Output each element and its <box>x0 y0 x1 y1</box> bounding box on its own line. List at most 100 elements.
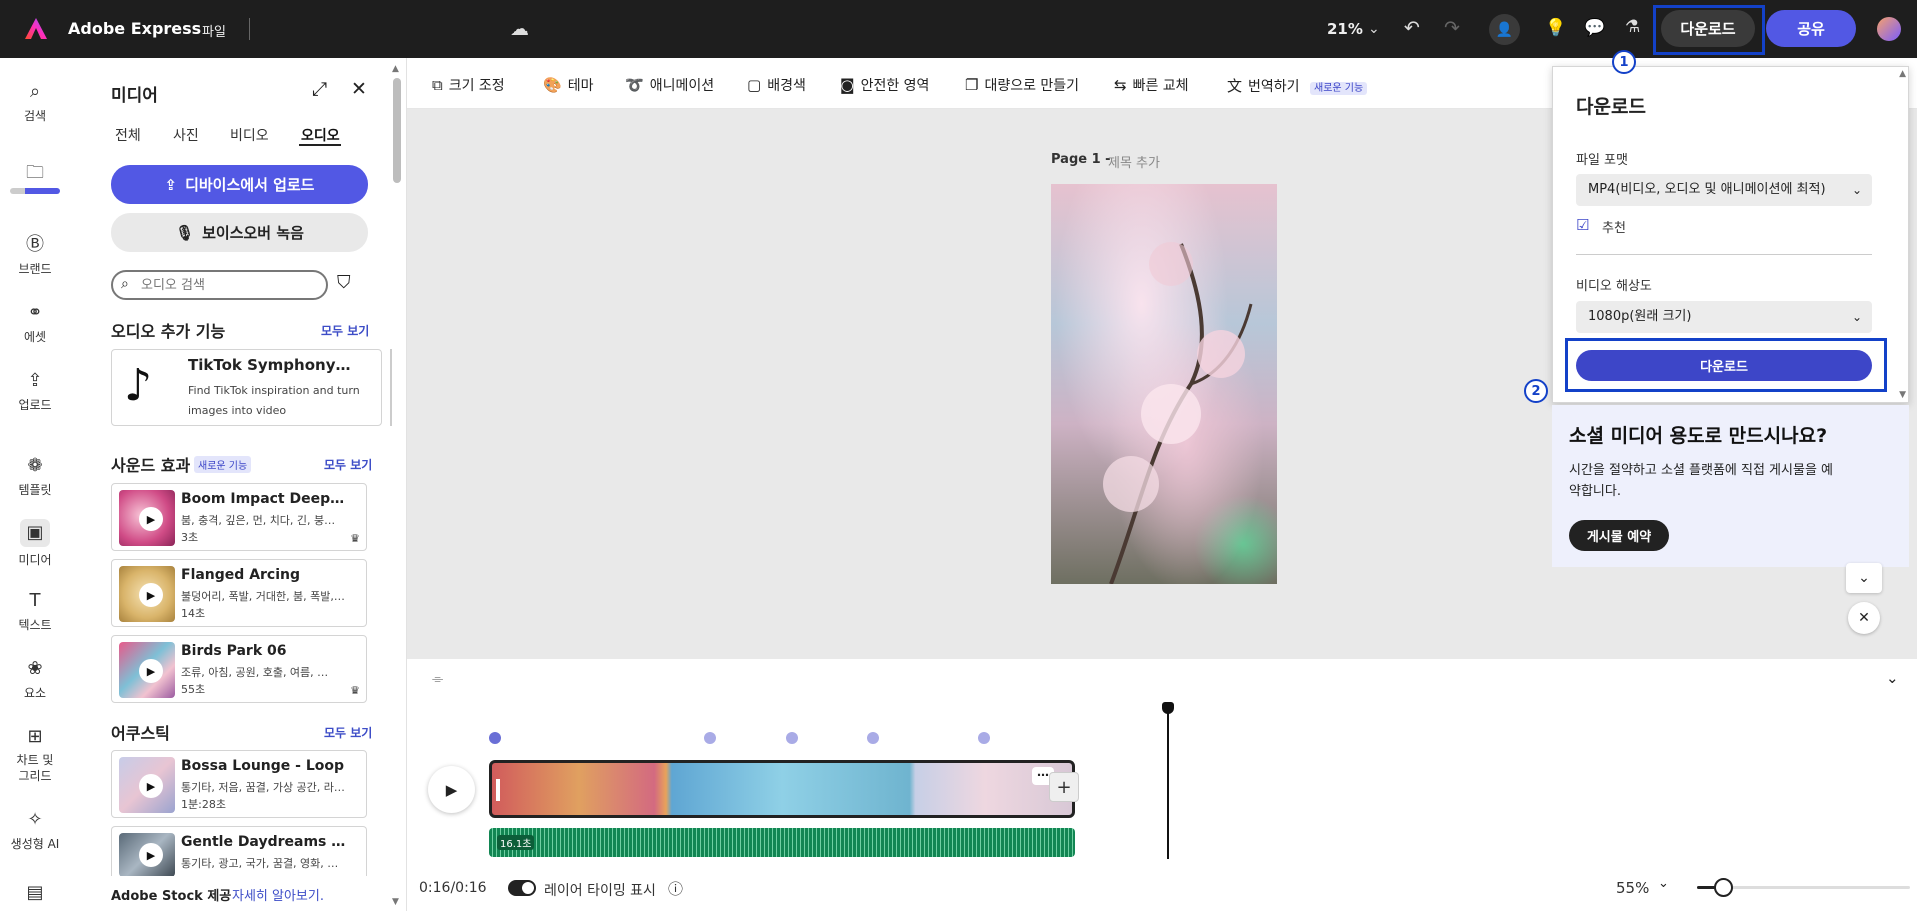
chevron-down-icon[interactable]: ⌄ <box>1658 876 1669 891</box>
cloud-save-icon[interactable]: ☁ <box>510 18 529 40</box>
rail-item-upload[interactable]: ⇪ 업로드 <box>0 370 70 413</box>
filter-icon[interactable]: ⛉ <box>337 272 351 293</box>
collapse-handle-icon[interactable]: ⌯ <box>432 671 443 687</box>
slider-knob[interactable] <box>1713 878 1733 897</box>
play-icon[interactable]: ▶ <box>139 507 163 531</box>
rail-item-charts[interactable]: ⊞ 차트 및 그리드 <box>0 726 70 784</box>
trim-handle-left[interactable] <box>496 779 500 801</box>
panel-scrollbar[interactable] <box>393 78 401 183</box>
background-color-tool[interactable]: ▢ 배경색 <box>747 75 806 95</box>
scroll-down-icon[interactable]: ▼ <box>1899 390 1906 400</box>
addon-title: TikTok Symphony… <box>188 356 351 374</box>
search-input[interactable] <box>141 275 311 295</box>
playhead-handle[interactable] <box>1162 702 1174 714</box>
folder-icon: 🗀 <box>26 162 44 183</box>
info-icon[interactable]: ⓘ <box>668 878 683 899</box>
list-item[interactable]: ▶ Gentle Daydreams - Lo… 통기타, 광고, 국가, 꿈결… <box>111 826 367 877</box>
adobe-express-logo[interactable] <box>24 17 48 41</box>
rail-item-brand[interactable]: Ⓑ 브랜드 <box>0 234 70 277</box>
rail-item-files[interactable]: 🗀 <box>0 162 70 194</box>
tab-audio[interactable]: 오디오 <box>301 125 340 145</box>
play-icon[interactable]: ▶ <box>139 774 163 798</box>
quick-swap-tool[interactable]: ⇆ 빠른 교체 <box>1114 75 1189 95</box>
playhead[interactable] <box>1167 704 1169 859</box>
format-select[interactable]: MP4(비디오, 오디오 및 애니메이션에 최적) ⌄ <box>1576 174 1872 206</box>
play-icon[interactable]: ▶ <box>139 843 163 867</box>
panel-title: 미디어 <box>111 86 158 106</box>
zoom-level[interactable]: 21% <box>1327 20 1363 38</box>
avatar[interactable] <box>1877 17 1901 41</box>
rail-item-search[interactable]: ⌕ 검색 <box>0 81 70 124</box>
scroll-down-icon[interactable]: ▼ <box>392 897 399 907</box>
list-item[interactable]: ▶ Boom Impact Deep D… 붐, 충격, 깊은, 먼, 치다, … <box>111 483 367 551</box>
rail-item-calendar[interactable]: ▤ <box>0 882 70 908</box>
rail-item-templates[interactable]: ❁ 템플릿 <box>0 455 70 498</box>
see-all-sfx-link[interactable]: 모두 보기 <box>324 456 372 473</box>
record-voiceover-button[interactable]: 🎙 보이스오버 녹음 <box>111 213 368 252</box>
rail-item-media[interactable]: ▣ 미디어 <box>0 519 70 568</box>
audio-track-clip[interactable]: 16.1초 <box>489 828 1075 857</box>
translate-tool[interactable]: 文 번역하기 새로운 기능 <box>1227 75 1368 96</box>
keyframe-dot[interactable] <box>978 732 990 744</box>
rail-label: 템플릿 <box>18 483 52 497</box>
tab-video[interactable]: 비디오 <box>230 125 269 145</box>
collapse-promo-icon[interactable]: ⌄ <box>1846 563 1882 593</box>
audio-tags: 불덩어리, 폭발, 거대한, 붐, 폭발,… <box>181 590 345 603</box>
safe-zone-tool[interactable]: ◙ 안전한 영역 <box>840 75 929 95</box>
undo-icon[interactable]: ↶ <box>1404 17 1420 39</box>
page-title-input[interactable]: 제목 추가 <box>1108 152 1160 171</box>
video-track-clip[interactable]: ⋯ <box>489 760 1075 818</box>
timeline-zoom-slider[interactable] <box>1697 878 1910 897</box>
flask-icon[interactable]: ⚗ <box>1625 16 1640 38</box>
annotation-highlight-1 <box>1653 5 1765 55</box>
rail-label: 차트 및 그리드 <box>16 753 54 783</box>
lightbulb-icon[interactable]: 💡 <box>1545 17 1566 39</box>
chevron-down-icon[interactable]: ⌄ <box>1368 18 1380 40</box>
learn-more-link[interactable]: 자세히 알아보기. <box>232 885 324 904</box>
play-button[interactable]: ▶ <box>428 766 475 813</box>
rail-item-assets[interactable]: ⚭ 에셋 <box>0 302 70 345</box>
scroll-up-icon[interactable]: ▲ <box>1899 69 1906 79</box>
keyframe-dot[interactable] <box>704 732 716 744</box>
redo-icon[interactable]: ↷ <box>1444 17 1460 39</box>
video-frame-image[interactable] <box>1051 184 1277 584</box>
animation-tool[interactable]: ➰ 애니메이션 <box>625 75 714 95</box>
keyframe-dot[interactable] <box>786 732 798 744</box>
chevron-down-icon[interactable]: ⌄ <box>1886 669 1899 687</box>
tab-all[interactable]: 전체 <box>115 125 141 145</box>
play-icon[interactable]: ▶ <box>139 659 163 683</box>
close-icon[interactable]: ✕ <box>351 78 367 100</box>
expand-icon[interactable]: ⤢ <box>312 78 327 100</box>
tab-photos[interactable]: 사진 <box>173 125 199 145</box>
resolution-select[interactable]: 1080p(원래 크기) ⌄ <box>1576 301 1872 333</box>
tiktok-addon-card[interactable]: ♪ TikTok Symphony… Find TikTok inspirati… <box>111 349 382 426</box>
resolution-select-value: 1080p(원래 크기) <box>1588 309 1692 324</box>
chevron-down-icon: ⌄ <box>1851 310 1862 324</box>
share-button[interactable]: 공유 <box>1766 10 1856 47</box>
rail-item-text[interactable]: T 텍스트 <box>0 590 70 633</box>
add-scene-button[interactable]: + <box>1049 772 1079 802</box>
list-item[interactable]: ▶ Bossa Lounge - Loop 통기타, 저음, 꿈결, 가상 공간… <box>111 750 367 818</box>
resize-tool[interactable]: ⧉ 크기 조정 <box>432 75 505 95</box>
layer-timing-toggle[interactable] <box>508 880 536 896</box>
list-item[interactable]: ▶ Birds Park 06 조류, 아침, 공원, 호출, 여름, … 55… <box>111 635 367 703</box>
audio-title: Gentle Daydreams - Lo… <box>181 834 349 850</box>
keyframe-dot[interactable] <box>867 732 879 744</box>
rail-item-elements[interactable]: ❀ 요소 <box>0 658 70 701</box>
comment-icon[interactable]: 💬 <box>1584 17 1605 39</box>
see-all-addons-link[interactable]: 모두 보기 <box>321 322 369 339</box>
close-icon[interactable]: ✕ <box>1848 602 1880 634</box>
rail-item-generative-ai[interactable]: ✧ 생성형 AI <box>0 809 70 852</box>
scroll-up-icon[interactable]: ▲ <box>392 64 399 74</box>
play-icon[interactable]: ▶ <box>139 583 163 607</box>
list-item[interactable]: ▶ Flanged Arcing 불덩어리, 폭발, 거대한, 붐, 폭발,… … <box>111 559 367 627</box>
upload-from-device-button[interactable]: ⇪ 디바이스에서 업로드 <box>111 165 368 204</box>
bulk-create-tool[interactable]: ❐ 대량으로 만들기 <box>965 75 1079 95</box>
audio-search[interactable]: ⌕ <box>111 270 328 300</box>
invite-user-icon[interactable]: 👤 <box>1489 14 1520 45</box>
see-all-acoustic-link[interactable]: 모두 보기 <box>324 724 372 741</box>
schedule-post-button[interactable]: 게시물 예약 <box>1569 520 1669 551</box>
theme-tool[interactable]: 🎨 테마 <box>543 75 593 95</box>
keyframe-dot[interactable] <box>489 732 501 744</box>
file-menu[interactable]: 파일 <box>202 21 226 40</box>
